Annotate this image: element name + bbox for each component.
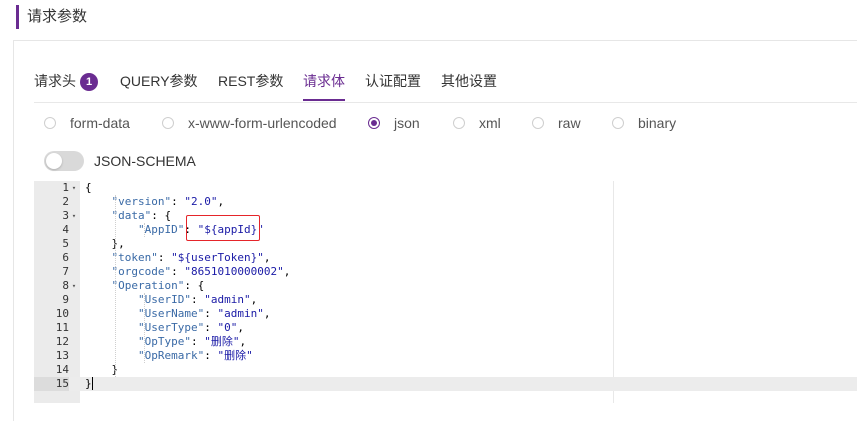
request-tabs: 请求头 1 QUERY参数 REST参数 请求体 认证配置 其他设置 — [34, 70, 857, 103]
code-text: "token": "${userToken}", — [111, 251, 271, 264]
json-code-editor[interactable]: 1 ▾{2 "version": "2.0", 3 ▾ "data": {4 "App… — [34, 181, 857, 403]
code-text: "Operation": { — [111, 279, 205, 292]
line-number: 1 — [62, 181, 69, 194]
code-line: 13 "OpRemark": "删除" — [34, 349, 857, 363]
radio-binary[interactable]: binary — [612, 113, 676, 133]
code-line: 8 ▾ "Operation": { — [34, 279, 857, 293]
radio-label: form-data — [70, 115, 130, 131]
section-title: 请求参数 — [16, 5, 87, 29]
radio-json[interactable]: json — [368, 113, 420, 133]
radio-x-www-form-urlencoded[interactable]: x-www-form-urlencoded — [162, 113, 337, 133]
fold-arrow-icon[interactable]: ▾ — [70, 181, 78, 195]
line-number: 12 — [55, 335, 69, 348]
headers-count-badge: 1 — [80, 73, 98, 91]
line-number: 2 — [62, 195, 69, 208]
code-line: 3 ▾ "data": { — [34, 209, 857, 223]
code-text: "UserID": "admin", — [137, 293, 258, 306]
radio-xml[interactable]: xml — [453, 113, 501, 133]
code-line: 2 "version": "2.0", — [34, 195, 857, 209]
code-text: "UserType": "0", — [137, 321, 244, 334]
code-line: 6 "token": "${userToken}", — [34, 251, 857, 265]
indent-guide — [144, 293, 146, 363]
code-text: } — [85, 363, 119, 376]
json-schema-label: JSON-SCHEMA — [94, 153, 196, 169]
line-number: 6 — [62, 251, 69, 264]
line-number: 13 — [55, 349, 69, 362]
code-line: 12 "OpType": "删除", — [34, 335, 857, 349]
line-number: 7 — [62, 265, 69, 278]
line-number: 15 — [34, 377, 69, 391]
fold-arrow-icon[interactable]: ▾ — [70, 209, 78, 223]
code-line: 14 } — [34, 363, 857, 377]
tab-query[interactable]: QUERY参数 — [120, 70, 198, 101]
toggle-knob — [46, 153, 62, 169]
code-line: 4 "AppID": "${appId}" — [34, 223, 857, 237]
radio-label: json — [394, 115, 420, 131]
fold-arrow-icon[interactable]: ▾ — [70, 279, 78, 293]
line-number: 9 — [62, 293, 69, 306]
code-text: "data": { — [111, 209, 172, 222]
text-cursor — [92, 377, 93, 390]
code-line: 11 "UserType": "0", — [34, 321, 857, 335]
tab-headers[interactable]: 请求头 1 — [34, 70, 98, 101]
radio-circle-icon — [453, 117, 465, 129]
tab-rest[interactable]: REST参数 — [218, 70, 283, 101]
radio-label: x-www-form-urlencoded — [188, 115, 337, 131]
code-text: "OpRemark": "删除" — [137, 349, 253, 362]
line-number: 8 — [62, 279, 69, 292]
radio-circle-icon — [44, 117, 56, 129]
code-text: }, — [85, 237, 125, 250]
line-number: 11 — [55, 321, 69, 334]
radio-label: xml — [479, 115, 501, 131]
line-number: 5 — [62, 237, 69, 250]
tab-other-settings[interactable]: 其他设置 — [441, 70, 497, 101]
radio-raw[interactable]: raw — [532, 113, 581, 133]
code-line: 9 "UserID": "admin", — [34, 293, 857, 307]
code-line: 5 }, — [34, 237, 857, 251]
radio-label: binary — [638, 115, 677, 131]
code-line: 10 "UserName": "admin", — [34, 307, 857, 321]
indent-guide — [115, 195, 117, 377]
code-text: } — [85, 377, 92, 390]
radio-form-data[interactable]: form-data — [44, 113, 130, 133]
line-number: 14 — [55, 363, 69, 376]
tab-label: 请求头 — [34, 73, 76, 89]
code-line: 1 ▾ { — [34, 181, 857, 195]
appid-highlight-box — [186, 215, 260, 241]
radio-label: raw — [558, 115, 581, 131]
code-text: "OpType": "删除", — [137, 335, 247, 348]
code-text: "version": "2.0", — [111, 195, 225, 208]
tab-body[interactable]: 请求体 — [303, 70, 345, 101]
line-number: 3 — [62, 209, 69, 222]
line-number: 4 — [62, 223, 69, 236]
code-line: 15} — [34, 377, 857, 391]
radio-checked-icon — [368, 117, 380, 129]
code-text: "UserName": "admin", — [137, 307, 271, 320]
tab-auth[interactable]: 认证配置 — [365, 70, 421, 101]
line-number: 10 — [55, 307, 69, 320]
radio-circle-icon — [162, 117, 174, 129]
radio-circle-icon — [532, 117, 544, 129]
indent-guide — [144, 223, 146, 237]
body-type-radio-group: form-data x-www-form-urlencoded json xml… — [44, 113, 844, 133]
code-text: { — [85, 181, 92, 194]
code-line: 7 "orgcode": "8651010000002", — [34, 265, 857, 279]
json-schema-toggle[interactable] — [44, 151, 84, 171]
radio-circle-icon — [612, 117, 624, 129]
